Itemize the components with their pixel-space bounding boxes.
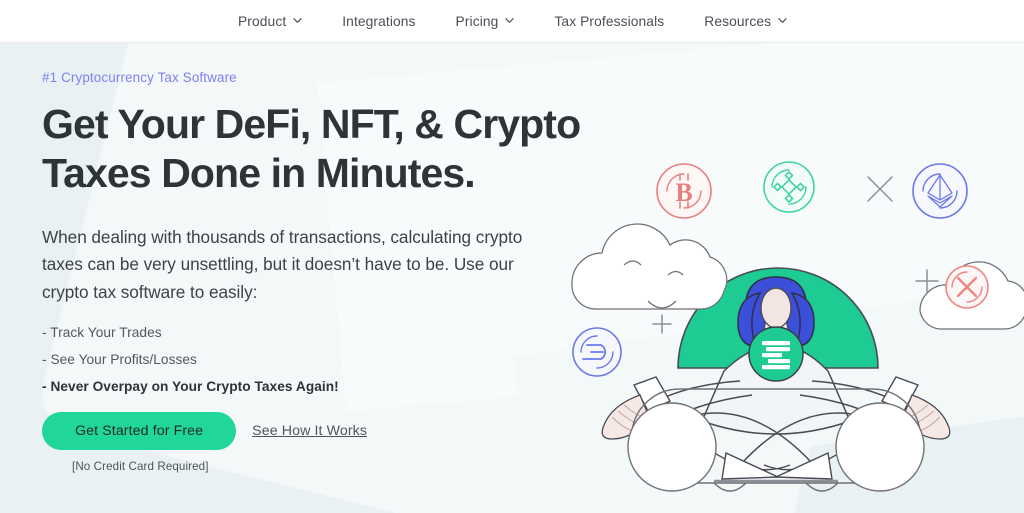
hero-illustration: B: [528, 43, 1024, 513]
nav-item-product[interactable]: Product: [238, 14, 302, 29]
main-navigation: Product Integrations Pricing Tax Profess…: [0, 0, 1024, 43]
benefits-list: - Track Your Trades - See Your Profits/L…: [42, 326, 582, 393]
nav-item-resources[interactable]: Resources: [704, 14, 787, 29]
nav-item-label: Resources: [704, 13, 772, 29]
chevron-down-icon: [778, 16, 787, 25]
hero-page: Product Integrations Pricing Tax Profess…: [0, 0, 1024, 513]
eyebrow-text: #1 Cryptocurrency Tax Software: [42, 70, 237, 85]
no-credit-card-note: [No Credit Card Required]: [72, 460, 209, 474]
zenledger-z-logo: [748, 326, 804, 382]
face: [760, 287, 792, 329]
chevron-down-icon: [293, 16, 302, 25]
page-title: Get Your DeFi, NFT, & Crypto Taxes Done …: [42, 100, 582, 198]
nav-item-label: Integrations: [342, 13, 416, 29]
meditation-illustration: B: [571, 161, 1024, 492]
see-how-it-works-link[interactable]: See How It Works: [252, 423, 367, 439]
nav-item-label: Pricing: [455, 13, 499, 29]
get-started-button[interactable]: Get Started for Free: [42, 412, 237, 451]
hero-subcopy: When dealing with thousands of transacti…: [42, 226, 523, 303]
cloud-left: [571, 223, 728, 310]
hero-copy: #1 Cryptocurrency Tax Software Get Your …: [42, 70, 582, 473]
nav-item-tax-professionals[interactable]: Tax Professionals: [554, 14, 664, 29]
chevron-down-icon: [505, 16, 515, 25]
headline-line-2: Taxes Done in Minutes.: [42, 149, 476, 196]
xrp-coin-icon: [945, 265, 989, 309]
list-item: - See Your Profits/Losses: [42, 351, 197, 367]
list-item: - Never Overpay on Your Crypto Taxes Aga…: [42, 378, 339, 394]
binance-coin-icon: [763, 161, 815, 213]
svg-text:B: B: [675, 178, 692, 207]
bitcoin-coin-icon: B: [656, 163, 712, 219]
nav-item-label: Product: [238, 13, 287, 29]
x-mark-top: [867, 176, 893, 202]
nav-items: Product Integrations Pricing Tax Profess…: [238, 14, 787, 29]
cta-row: Get Started for Free See How It Works: [42, 412, 582, 451]
headline-line-1: Get Your DeFi, NFT, & Crypto: [42, 101, 581, 147]
nav-item-integrations[interactable]: Integrations: [342, 14, 415, 29]
list-item: - Track Your Trades: [42, 325, 162, 341]
nav-item-label: Tax Professionals: [554, 13, 665, 29]
plus-mark-left: [652, 314, 672, 334]
ethereum-coin-icon: [912, 163, 968, 219]
nav-item-pricing[interactable]: Pricing: [456, 14, 515, 29]
